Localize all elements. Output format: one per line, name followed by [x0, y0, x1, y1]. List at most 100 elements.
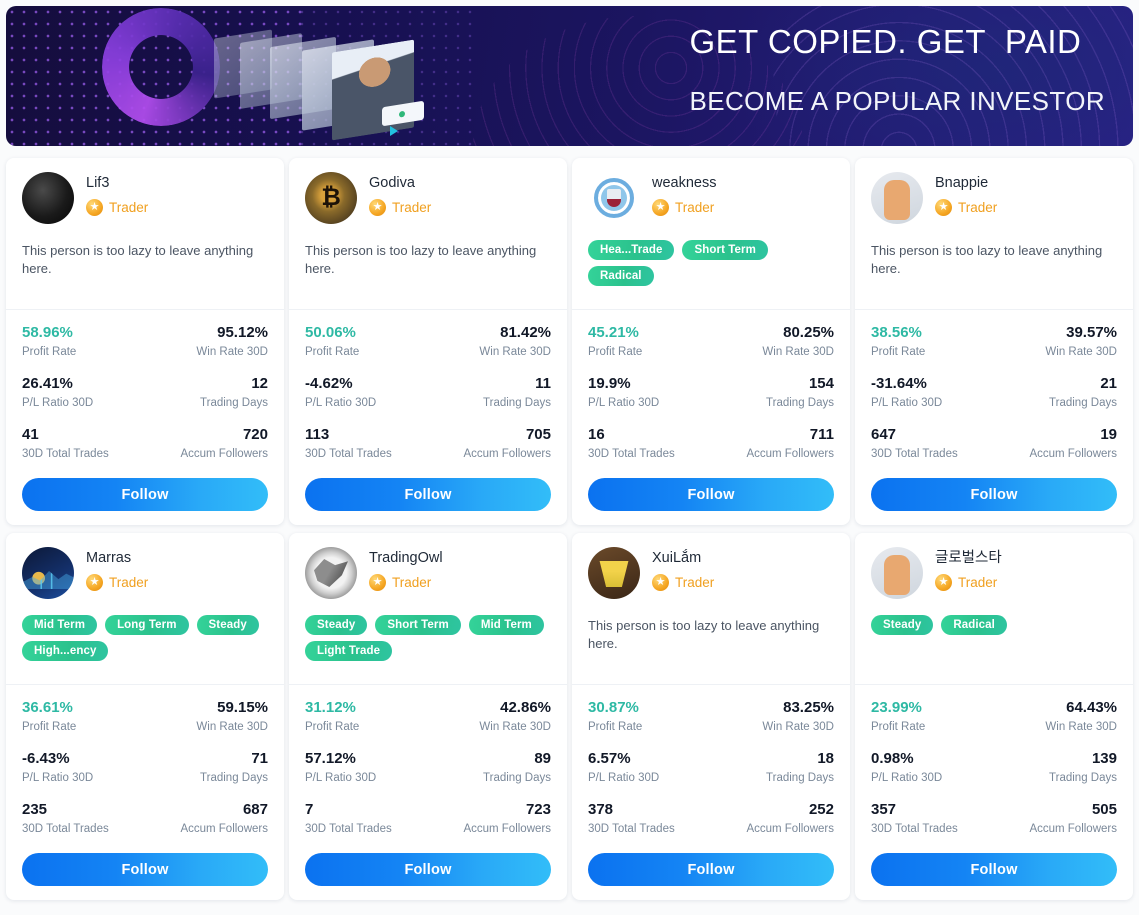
banner-ring-graphic — [102, 8, 220, 126]
investor-name[interactable]: TradingOwl — [369, 549, 443, 567]
investor-card[interactable]: 글로벌스타 ★ Trader Steady Radical 23.99% 64.43% Pro… — [855, 533, 1133, 900]
stat-group-pl: -4.62% 11 P/L Ratio 30D Trading Days — [305, 374, 551, 411]
follow-button[interactable]: Follow — [305, 478, 551, 511]
total-trades-label: 30D Total Trades — [871, 448, 958, 460]
trader-badge-label: Trader — [958, 200, 998, 215]
pl-ratio-value: -6.43% — [22, 750, 70, 767]
win-rate-value: 83.25% — [783, 699, 834, 716]
investor-name[interactable]: Lif3 — [86, 174, 148, 192]
flex-spacer — [305, 661, 551, 684]
avatar[interactable] — [588, 172, 640, 224]
total-trades-value: 235 — [22, 801, 48, 818]
trader-tag[interactable]: Radical — [588, 266, 654, 286]
win-rate-label: Win Rate 30D — [196, 721, 268, 733]
trader-tag[interactable]: Mid Term — [468, 615, 544, 635]
accum-followers-label: Accum Followers — [1029, 448, 1117, 460]
follow-button[interactable]: Follow — [22, 853, 268, 886]
investor-stats: 45.21% 80.25% Profit Rate Win Rate 30D 19.9%… — [588, 310, 834, 462]
trader-badge: ★ Trader — [369, 199, 431, 216]
trader-badge-label: Trader — [109, 200, 149, 215]
follow-button[interactable]: Follow — [588, 478, 834, 511]
accum-followers-label: Accum Followers — [1029, 823, 1117, 835]
trader-tag[interactable]: Steady — [196, 615, 259, 635]
investor-name[interactable]: Marras — [86, 549, 148, 567]
flex-spacer — [588, 286, 834, 309]
investor-name[interactable]: Godiva — [369, 174, 431, 192]
trader-tag[interactable]: Long Term — [105, 615, 189, 635]
pl-ratio-value: 6.57% — [588, 750, 631, 767]
stat-group-trades: 41 720 30D Total Trades Accum Followers — [22, 425, 268, 462]
avatar[interactable] — [305, 172, 357, 224]
investor-name[interactable]: Bnappie — [935, 174, 997, 192]
investor-name[interactable]: XuiLắm — [652, 549, 714, 567]
profit-rate-value: 38.56% — [871, 324, 922, 341]
trading-days-label: Trading Days — [766, 772, 834, 784]
accum-followers-value: 19 — [1100, 426, 1117, 443]
avatar[interactable] — [22, 547, 74, 599]
investor-card[interactable]: Marras ★ Trader Mid Term Long Term Steady High… — [6, 533, 284, 900]
flex-spacer — [588, 653, 834, 684]
trading-days-label: Trading Days — [483, 397, 551, 409]
trader-badge: ★ Trader — [935, 199, 997, 216]
investor-header: weakness ★ Trader — [588, 172, 834, 224]
star-badge-icon: ★ — [86, 574, 103, 591]
pl-ratio-value: 57.12% — [305, 750, 356, 767]
pl-ratio-label: P/L Ratio 30D — [588, 772, 660, 784]
win-rate-value: 42.86% — [500, 699, 551, 716]
accum-followers-label: Accum Followers — [180, 448, 268, 460]
trader-tag[interactable]: Mid Term — [22, 615, 98, 635]
investor-bio: This person is too lazy to leave anythin… — [588, 618, 820, 651]
avatar[interactable] — [22, 172, 74, 224]
investor-card[interactable]: TradingOwl ★ Trader Steady Short Term Mid Ter… — [289, 533, 567, 900]
pl-ratio-value: -31.64% — [871, 375, 927, 392]
trader-tag[interactable]: Hea...Trade — [588, 240, 675, 260]
star-badge-icon: ★ — [652, 574, 669, 591]
win-rate-label: Win Rate 30D — [1045, 346, 1117, 358]
trading-days-label: Trading Days — [200, 397, 268, 409]
avatar[interactable] — [871, 547, 923, 599]
investor-stats: 58.96% 95.12% Profit Rate Win Rate 30D 26.41… — [22, 310, 268, 462]
investor-stats: 36.61% 59.15% Profit Rate Win Rate 30D -6.43… — [22, 685, 268, 837]
follow-button[interactable]: Follow — [305, 853, 551, 886]
total-trades-label: 30D Total Trades — [588, 823, 675, 835]
trader-badge: ★ Trader — [652, 199, 716, 216]
investor-card[interactable]: XuiLắm ★ Trader This person is too lazy to … — [572, 533, 850, 900]
investor-card[interactable]: Lif3 ★ Trader This person is too lazy to le… — [6, 158, 284, 525]
follow-button[interactable]: Follow — [22, 478, 268, 511]
investor-card[interactable]: Bnappie ★ Trader This person is too lazy to… — [855, 158, 1133, 525]
trader-tag[interactable]: Short Term — [682, 240, 768, 260]
profit-rate-label: Profit Rate — [871, 721, 926, 733]
investor-card[interactable]: weakness ★ Trader Hea...Trade Short Term Radi… — [572, 158, 850, 525]
profit-rate-value: 36.61% — [22, 699, 73, 716]
win-rate-value: 64.43% — [1066, 699, 1117, 716]
accum-followers-label: Accum Followers — [463, 823, 551, 835]
profit-rate-label: Profit Rate — [305, 721, 360, 733]
follow-button[interactable]: Follow — [871, 853, 1117, 886]
avatar[interactable] — [588, 547, 640, 599]
trader-tag[interactable]: Steady — [305, 615, 368, 635]
win-rate-value: 95.12% — [217, 324, 268, 341]
investor-header: Godiva ★ Trader — [305, 172, 551, 224]
avatar[interactable] — [305, 547, 357, 599]
investor-name[interactable]: 글로벌스타 — [935, 549, 1002, 567]
trader-tag[interactable]: Light Trade — [305, 641, 393, 661]
avatar[interactable] — [871, 172, 923, 224]
investor-card[interactable]: Godiva ★ Trader This person is too lazy to … — [289, 158, 567, 525]
win-rate-label: Win Rate 30D — [762, 721, 834, 733]
star-badge-icon: ★ — [935, 574, 952, 591]
banner-headline: GET COPIED. GET PAID — [689, 23, 1082, 60]
pl-ratio-label: P/L Ratio 30D — [305, 397, 377, 409]
trader-tag[interactable]: Short Term — [375, 615, 461, 635]
follow-button[interactable]: Follow — [588, 853, 834, 886]
pl-ratio-label: P/L Ratio 30D — [871, 772, 943, 784]
profit-rate-label: Profit Rate — [22, 346, 77, 358]
total-trades-label: 30D Total Trades — [305, 448, 392, 460]
trader-tag[interactable]: Radical — [941, 615, 1007, 635]
trader-tag[interactable]: Steady — [871, 615, 934, 635]
investor-identity: TradingOwl ★ Trader — [369, 547, 443, 591]
follow-button[interactable]: Follow — [871, 478, 1117, 511]
investor-name[interactable]: weakness — [652, 174, 716, 192]
stat-group-pl: 26.41% 12 P/L Ratio 30D Trading Days — [22, 374, 268, 411]
investor-stats: 30.87% 83.25% Profit Rate Win Rate 30D 6.57%… — [588, 685, 834, 837]
trader-tag[interactable]: High...ency — [22, 641, 109, 661]
